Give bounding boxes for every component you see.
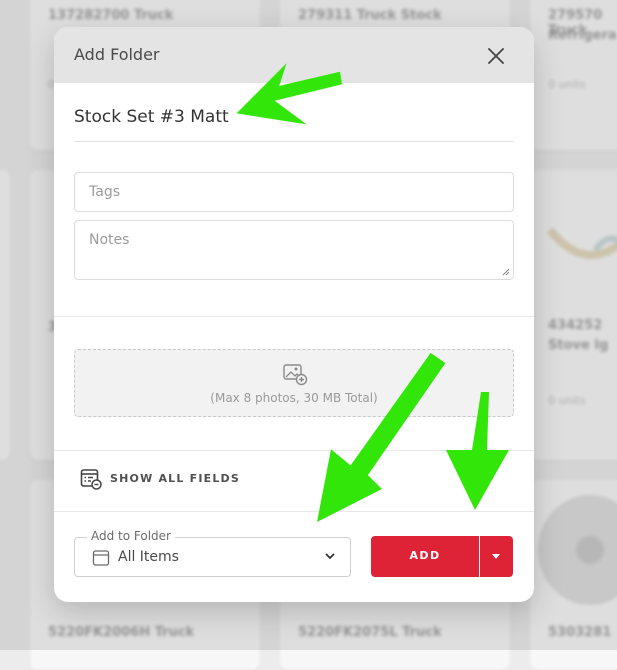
photo-upload-dropzone[interactable]: (Max 8 photos, 30 MB Total) — [74, 349, 514, 417]
add-to-folder-select[interactable]: Add to Folder All Items — [74, 529, 351, 577]
dialog-header: Add Folder — [54, 27, 534, 83]
dialog-title: Add Folder — [74, 45, 160, 64]
photo-upload-hint: (Max 8 photos, 30 MB Total) — [210, 391, 378, 405]
add-photo-icon — [283, 364, 308, 386]
section-divider — [54, 511, 534, 512]
add-button[interactable]: ADD — [371, 536, 479, 577]
folder-name-value: Stock Set #3 Matt — [74, 107, 229, 127]
tags-input[interactable]: Tags — [74, 172, 514, 212]
add-button-label: ADD — [409, 549, 441, 562]
notes-textarea[interactable]: Notes — [74, 220, 514, 280]
caret-down-icon — [492, 554, 500, 559]
folder-name-input[interactable]: Stock Set #3 Matt — [74, 107, 514, 142]
show-all-fields-label: SHOW ALL FIELDS — [110, 472, 240, 485]
tags-placeholder: Tags — [89, 184, 120, 200]
chevron-down-icon — [325, 553, 335, 560]
add-options-dropdown-button[interactable] — [480, 536, 513, 577]
close-icon[interactable] — [486, 46, 506, 66]
folder-icon — [92, 550, 110, 566]
resize-handle-icon[interactable] — [502, 268, 510, 276]
add-to-folder-label: Add to Folder — [87, 529, 175, 543]
notes-placeholder: Notes — [89, 232, 130, 248]
section-divider — [54, 450, 534, 451]
add-folder-dialog: Add Folder Stock Set #3 Matt Tags Notes … — [54, 27, 534, 602]
selected-folder-value: All Items — [118, 549, 179, 565]
section-divider — [54, 316, 534, 317]
fields-list-icon — [80, 469, 102, 490]
